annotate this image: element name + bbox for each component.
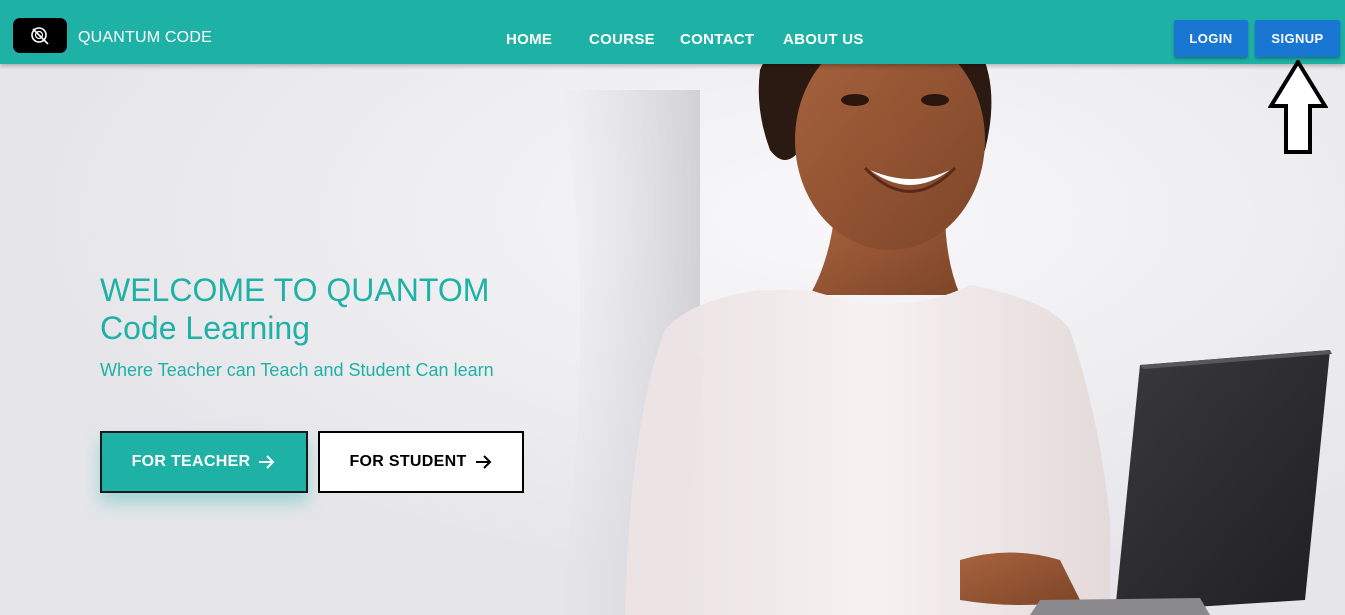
nav-contact-link[interactable]: CONTACT bbox=[680, 31, 754, 48]
for-teacher-button[interactable]: FOR TEACHER bbox=[100, 431, 308, 493]
brand-logo[interactable] bbox=[13, 18, 67, 53]
arrow-right-icon bbox=[475, 455, 491, 469]
q-logo-icon bbox=[31, 26, 49, 45]
for-student-label: FOR STUDENT bbox=[349, 453, 467, 470]
hero-title: WELCOME TO QUANTOM Code Learning bbox=[100, 271, 489, 347]
for-teacher-label: FOR TEACHER bbox=[131, 453, 251, 470]
top-navbar: QUANTUM CODE HOME COURSE CONTACT ABOUT U… bbox=[0, 0, 1345, 64]
brand-name[interactable]: QUANTUM CODE bbox=[78, 29, 212, 47]
nav-home-link[interactable]: HOME bbox=[506, 31, 552, 48]
login-button[interactable]: LOGIN bbox=[1174, 20, 1248, 57]
up-arrow-annotation-icon bbox=[1268, 60, 1328, 154]
arrow-right-icon bbox=[259, 455, 275, 469]
hero-subtitle: Where Teacher can Teach and Student Can … bbox=[100, 360, 494, 380]
hero-title-line2: Code Learning bbox=[100, 310, 310, 346]
nav-about-link[interactable]: ABOUT US bbox=[783, 31, 864, 48]
nav-course-link[interactable]: COURSE bbox=[589, 31, 655, 48]
signup-button[interactable]: SIGNUP bbox=[1255, 20, 1340, 57]
hero-title-line1: WELCOME TO QUANTOM bbox=[100, 272, 490, 308]
for-student-button[interactable]: FOR STUDENT bbox=[318, 431, 524, 493]
